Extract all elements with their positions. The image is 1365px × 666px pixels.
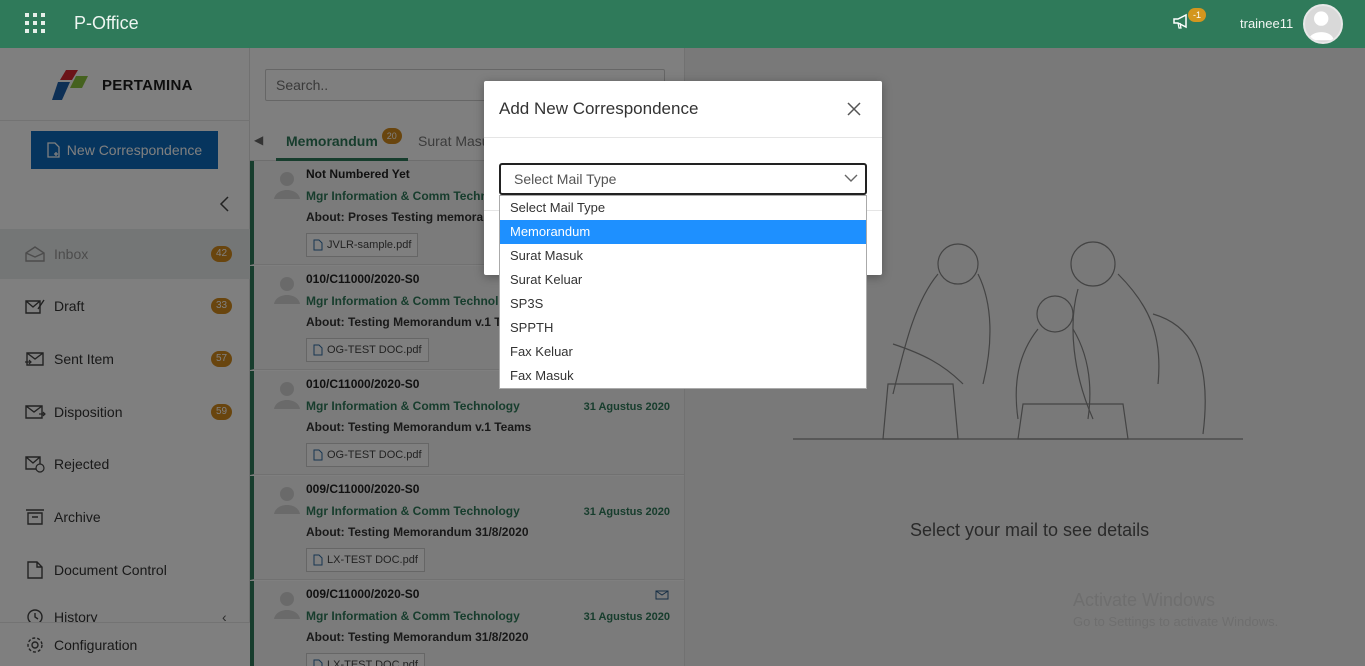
apps-grid-icon[interactable] [25, 13, 45, 33]
option-surat-keluar[interactable]: Surat Keluar [500, 268, 866, 292]
modal-divider [484, 137, 882, 138]
mail-type-select[interactable]: Select Mail Type [499, 163, 867, 195]
option-select-mail-type[interactable]: Select Mail Type [500, 196, 866, 220]
notification-badge: -1 [1188, 8, 1206, 22]
user-avatar[interactable] [1303, 4, 1343, 44]
select-value: Select Mail Type [514, 171, 617, 187]
app-title: P-Office [74, 13, 139, 33]
option-surat-masuk[interactable]: Surat Masuk [500, 244, 866, 268]
option-sp3s[interactable]: SP3S [500, 292, 866, 316]
close-icon[interactable] [846, 101, 862, 117]
option-memorandum[interactable]: Memorandum [500, 220, 866, 244]
option-sppth[interactable]: SPPTH [500, 316, 866, 340]
option-fax-masuk[interactable]: Fax Masuk [500, 364, 866, 388]
modal-title: Add New Correspondence [499, 99, 699, 118]
top-bar: P-Office -1 trainee11 [0, 0, 1365, 48]
option-fax-keluar[interactable]: Fax Keluar [500, 340, 866, 364]
username[interactable]: trainee11 [1240, 16, 1293, 31]
chevron-down-icon [844, 174, 858, 182]
mail-type-dropdown: Select Mail Type Memorandum Surat Masuk … [499, 195, 867, 389]
